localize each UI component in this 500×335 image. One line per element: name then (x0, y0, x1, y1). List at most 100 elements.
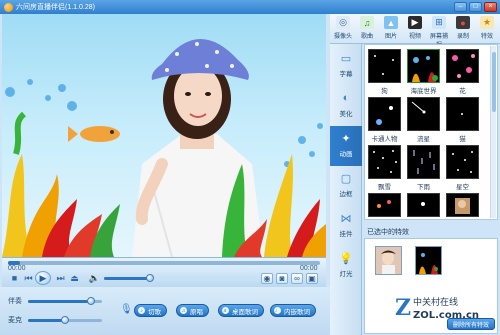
sidebar-item-label: 灯光 (339, 271, 353, 278)
beautify-icon: ◐ (342, 92, 350, 104)
volume-knob[interactable] (145, 274, 154, 282)
main-toolbar: ◎ 摄像头 ♫ 歌曲 ▲ 图片 ▶ 视频 ⊞屏幕捕捉 ● 录制 ★ 特效 (330, 14, 500, 49)
sidebar-item-label: 美化 (339, 111, 353, 118)
sidebar-item-animation[interactable]: ✦ 动画 (330, 126, 362, 166)
effects-scrollbar[interactable] (490, 46, 496, 218)
effect-thumb-meteor[interactable] (407, 97, 440, 131)
effect-label: 下雨 (417, 184, 430, 191)
mixer-panel: 伴奏 麦克 🎙 ♪ 切歌 ♫ 原唱 ♬ 桌面歌词 ♩ 内嵌歌词 (0, 287, 330, 335)
embed-lyrics-icon: ♩ (274, 307, 281, 314)
effect-label: 流星 (417, 136, 430, 143)
tool-label: 录制 (456, 34, 469, 40)
toolbar-effects[interactable]: ★ 特效 (476, 15, 498, 43)
volume-level (104, 277, 150, 280)
effect-thumb-snow[interactable] (368, 145, 401, 179)
frame-icon: ▢ (340, 172, 352, 185)
effect-thumb-rain[interactable] (407, 145, 440, 179)
volume-slider[interactable] (104, 274, 154, 282)
next-icon[interactable]: ⏭ (54, 272, 67, 284)
microphone-icon: 🎙 (120, 304, 133, 315)
microphone-slider[interactable] (28, 315, 102, 324)
effects-icon: ★ (480, 16, 494, 29)
toolbar-pictures[interactable]: ▲ 图片 (380, 15, 402, 43)
selected-effect-portrait[interactable] (375, 246, 402, 275)
embedded-lyrics-button[interactable]: ♩ 内嵌歌词 (270, 304, 316, 317)
scrollbar-thumb[interactable] (492, 52, 496, 112)
tool-label: 图片 (384, 34, 397, 40)
mixer-row-accompaniment: 伴奏 (8, 296, 102, 306)
mixer-label: 麦克 (8, 317, 22, 324)
picture-icon: ▲ (384, 16, 398, 29)
vocal-icon: ♫ (180, 307, 187, 314)
maximize-button[interactable]: □ (469, 2, 482, 12)
video-frame-image (2, 38, 326, 257)
record-tape-icon[interactable]: ∞ (291, 273, 303, 284)
mixer-row-microphone: 麦克 (8, 315, 102, 325)
switch-song-button[interactable]: ♪ 切歌 (134, 304, 167, 317)
selected-effects-title: 已选中的特效 (367, 229, 409, 236)
toolbar-songs[interactable]: ♫ 歌曲 (356, 15, 378, 43)
desktop-lyrics-button[interactable]: ♬ 桌面歌词 (218, 304, 264, 317)
effect-thumb-flower[interactable] (446, 49, 479, 83)
window-controls: – □ × (454, 2, 497, 12)
accompaniment-slider[interactable] (28, 296, 102, 305)
effect-thumb-dog[interactable] (368, 49, 401, 83)
effect-thumb-extra-2[interactable] (407, 193, 440, 217)
eject-icon[interactable]: ⏏ (68, 272, 81, 284)
sidebar-item-label: 字幕 (339, 71, 353, 78)
sidebar-item-frame[interactable]: ▢ 边框 (330, 166, 362, 206)
previous-icon[interactable]: ⏮ (22, 272, 35, 284)
video-icon: ▶ (408, 16, 422, 29)
sidebar-item-label: 挂件 (339, 231, 353, 238)
camera-icon: ◎ (336, 16, 350, 29)
camera-snapshot-icon[interactable]: ◙ (276, 273, 288, 284)
effect-thumb-cartoon[interactable] (368, 97, 401, 131)
effect-thumb-cat[interactable] (446, 97, 479, 131)
selected-effect-underwater[interactable] (415, 246, 442, 275)
close-button[interactable]: × (484, 2, 497, 12)
effect-thumb-extra-3[interactable] (446, 193, 479, 217)
current-time: 00:00 (8, 265, 26, 272)
slider-knob[interactable] (61, 315, 69, 324)
slider-level (28, 318, 65, 322)
original-vocal-button[interactable]: ♫ 原唱 (176, 304, 209, 317)
screen-capture-icon: ⊞ (432, 16, 446, 29)
music-icon: ♪ (138, 307, 145, 314)
record-icon: ● (456, 16, 470, 29)
minimize-button[interactable]: – (454, 2, 467, 12)
bow-icon: ⋈ (340, 212, 352, 225)
tool-label: 视频 (408, 34, 421, 40)
effect-thumb-starry-sky[interactable] (446, 145, 479, 179)
effects-sidebar: ▭ 字幕 ◐ 美化 ✦ 动画 ▢ 边框 ⋈ 挂件 💡 灯光 (330, 44, 362, 335)
button-label: 内嵌歌词 (284, 308, 310, 316)
volume-icon[interactable]: 🔈 (88, 272, 101, 284)
light-bulb-icon: 💡 (339, 252, 353, 265)
sidebar-item-light[interactable]: 💡 灯光 (330, 246, 362, 286)
mic-monitor-icon[interactable]: ◉ (261, 273, 273, 284)
play-button[interactable]: ▶ (35, 271, 51, 285)
sidebar-item-label: 边框 (339, 191, 353, 198)
window-title: 六间房直播伴侣(1.1.0.28) (16, 4, 95, 11)
animation-star-icon: ✦ (341, 132, 351, 145)
toolbar-record[interactable]: ● 录制 (452, 15, 474, 43)
effect-thumb-underwater[interactable] (407, 49, 440, 83)
toolbar-screen-capture[interactable]: ⊞屏幕捕捉 (428, 15, 450, 49)
slider-knob[interactable] (86, 296, 95, 305)
effect-label: 花 (459, 88, 466, 95)
effect-thumb-extra-1[interactable] (368, 193, 401, 217)
app-logo-icon (4, 2, 13, 12)
fullscreen-icon[interactable]: ▣ (306, 273, 318, 284)
sidebar-item-beautify[interactable]: ◐ 美化 (330, 86, 362, 126)
sidebar-item-subtitle[interactable]: ▭ 字幕 (330, 46, 362, 86)
mixer-label: 伴奏 (8, 298, 22, 305)
effect-label: 猫 (459, 136, 466, 143)
toolbar-video[interactable]: ▶ 视频 (404, 15, 426, 43)
stop-icon[interactable]: ■ (8, 272, 21, 284)
toolbar-camera[interactable]: ◎ 摄像头 (332, 15, 354, 43)
button-label: 原唱 (190, 308, 203, 316)
effects-grid: 狗 海底世界 花 卡通人物 流星 猫 飘雪 下雨 星空 (364, 44, 498, 220)
effect-label: 卡通人物 (371, 136, 398, 143)
seek-bar[interactable] (8, 261, 320, 265)
sidebar-item-label: 动画 (339, 151, 353, 158)
sidebar-item-pendant[interactable]: ⋈ 挂件 (330, 206, 362, 246)
